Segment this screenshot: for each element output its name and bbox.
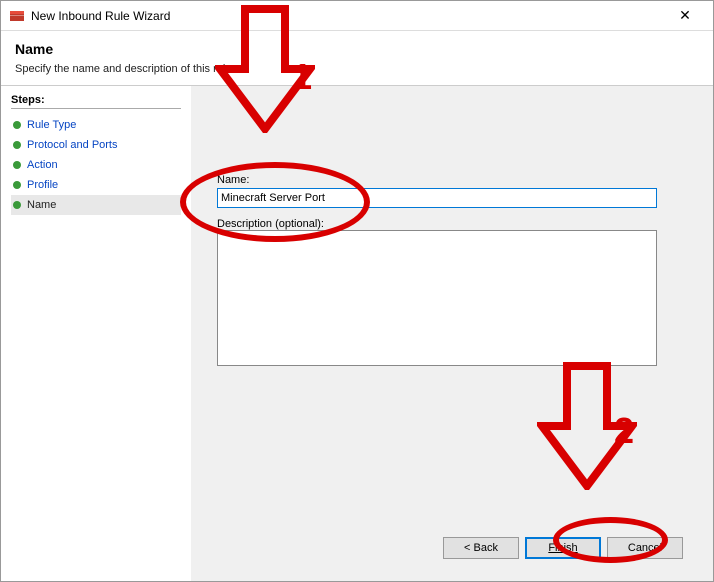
- name-label: Name:: [217, 174, 695, 186]
- wizard-header: Name Specify the name and description of…: [1, 31, 713, 86]
- finish-button[interactable]: Finish: [525, 537, 601, 559]
- description-label: Description (optional):: [217, 218, 695, 230]
- bullet-icon: [13, 201, 21, 209]
- step-label: Name: [27, 199, 56, 211]
- finish-label: Finish: [548, 542, 577, 554]
- main-panel: Name: Description (optional): < Back Fin…: [191, 86, 713, 581]
- step-label: Profile: [27, 179, 58, 191]
- back-button[interactable]: < Back: [443, 537, 519, 559]
- description-textarea[interactable]: [217, 230, 657, 366]
- wizard-window: New Inbound Rule Wizard ✕ Name Specify t…: [0, 0, 714, 582]
- steps-heading: Steps:: [11, 94, 181, 109]
- step-protocol-ports[interactable]: Protocol and Ports: [11, 135, 181, 155]
- step-profile[interactable]: Profile: [11, 175, 181, 195]
- step-label: Action: [27, 159, 58, 171]
- cancel-button[interactable]: Cancel: [607, 537, 683, 559]
- name-input[interactable]: [217, 188, 657, 208]
- bullet-icon: [13, 121, 21, 129]
- page-subtitle: Specify the name and description of this…: [15, 63, 699, 75]
- step-label: Protocol and Ports: [27, 139, 118, 151]
- bullet-icon: [13, 181, 21, 189]
- close-button[interactable]: ✕: [665, 7, 705, 24]
- wizard-body: Steps: Rule Type Protocol and Ports Acti…: [1, 86, 713, 581]
- button-row: < Back Finish Cancel: [217, 529, 695, 569]
- page-title: Name: [15, 41, 699, 57]
- step-name[interactable]: Name: [11, 195, 181, 215]
- bullet-icon: [13, 141, 21, 149]
- titlebar: New Inbound Rule Wizard ✕: [1, 1, 713, 31]
- firewall-icon: [9, 8, 25, 24]
- bullet-icon: [13, 161, 21, 169]
- steps-sidebar: Steps: Rule Type Protocol and Ports Acti…: [1, 86, 191, 581]
- window-title: New Inbound Rule Wizard: [31, 9, 665, 23]
- step-action[interactable]: Action: [11, 155, 181, 175]
- step-label: Rule Type: [27, 119, 76, 131]
- step-rule-type[interactable]: Rule Type: [11, 115, 181, 135]
